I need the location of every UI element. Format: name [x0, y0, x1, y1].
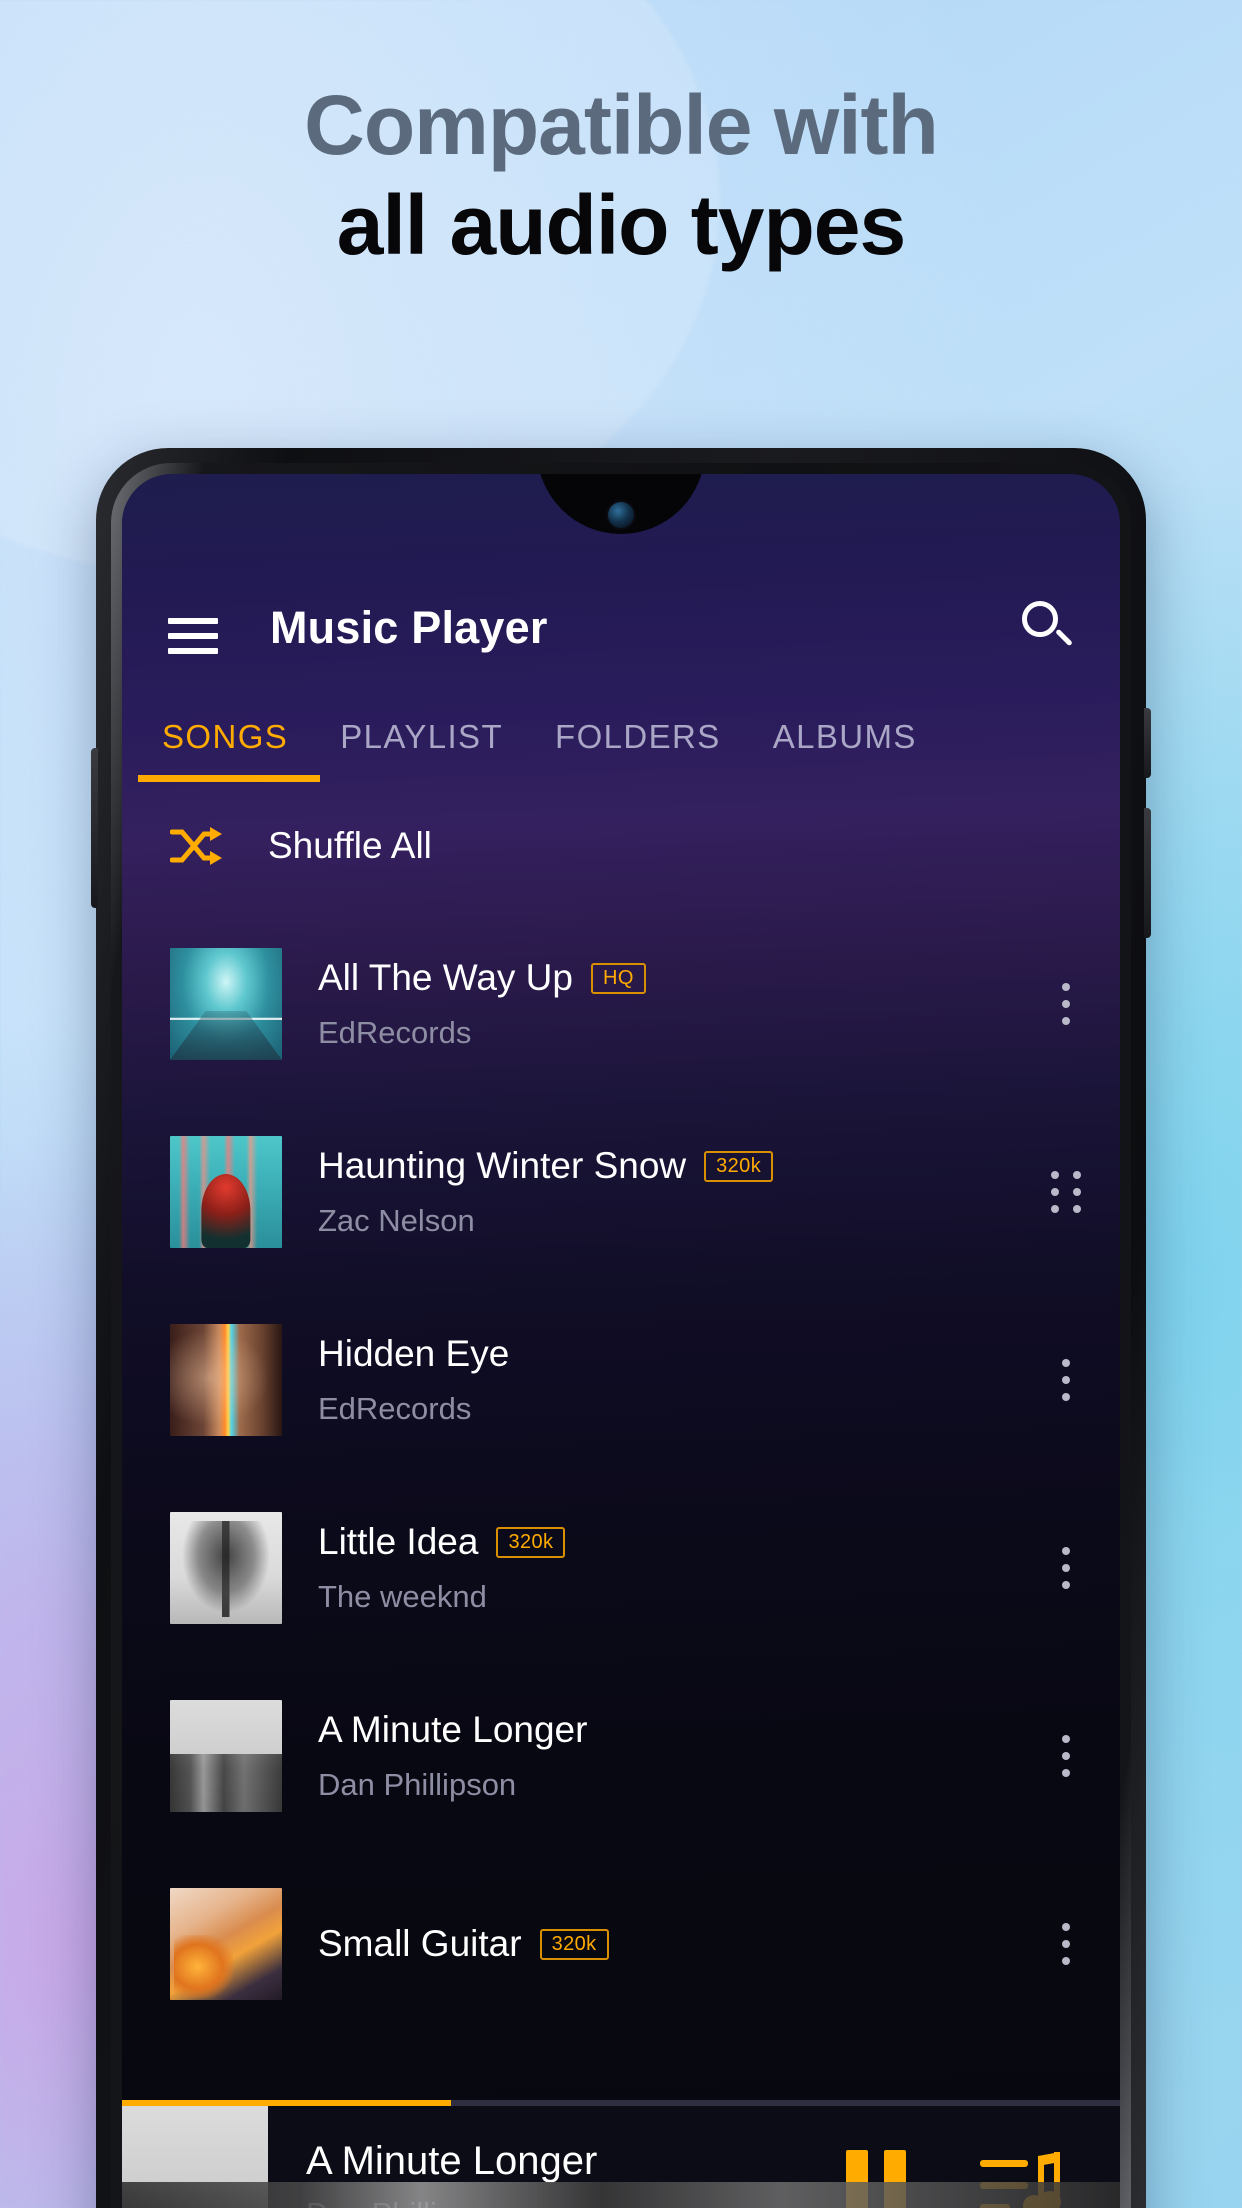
song-artist: Zac Nelson	[318, 1203, 475, 1238]
song-title: A Minute Longer	[318, 1709, 588, 1750]
overflow-menu-icon[interactable]	[1036, 1721, 1096, 1791]
hamburger-menu-icon[interactable]	[168, 618, 218, 654]
song-artist: The weeknd	[318, 1579, 487, 1614]
phone-power-button	[1144, 708, 1151, 778]
mini-player-album-art	[122, 2101, 268, 2208]
overflow-menu-icon[interactable]	[1036, 1909, 1096, 1979]
song-title: Haunting Winter Snow	[318, 1145, 687, 1186]
table-row[interactable]: Little Idea 320k The weeknd	[122, 1474, 1120, 1662]
phone-side-button	[1144, 808, 1151, 938]
song-title: Hidden Eye	[318, 1333, 510, 1374]
song-meta: Little Idea 320k The weeknd	[318, 1521, 1036, 1615]
now-playing-title: A Minute Longer	[306, 2139, 598, 2183]
song-title: Little Idea	[318, 1521, 479, 1562]
song-title: Small Guitar	[318, 1923, 522, 1964]
song-list[interactable]: All The Way Up HQ EdRecords Haunting Win…	[122, 910, 1120, 2208]
overflow-menu-icon[interactable]	[1036, 969, 1096, 1039]
song-title: All The Way Up	[318, 957, 573, 998]
table-row[interactable]: All The Way Up HQ EdRecords	[122, 910, 1120, 1098]
page-title: Music Player	[270, 602, 548, 653]
album-art	[170, 1324, 282, 1436]
tab-playlist[interactable]: PLAYLIST	[314, 718, 529, 782]
album-art	[170, 1700, 282, 1812]
quality-badge: 320k	[539, 1928, 609, 1960]
tab-songs[interactable]: SONGS	[136, 718, 314, 782]
mini-player[interactable]: A Minute Longer Dan Phillipson	[122, 2100, 1120, 2208]
song-meta: Haunting Winter Snow 320k Zac Nelson	[318, 1145, 1036, 1239]
song-meta: Small Guitar 320k	[318, 1923, 1036, 1965]
phone-screen: Music Player SONGS PLAYLIST FOLDERS ALBU…	[122, 474, 1120, 2208]
active-tab-indicator	[138, 775, 320, 782]
phone-mockup: Music Player SONGS PLAYLIST FOLDERS ALBU…	[91, 448, 1151, 2208]
promo-headline: Compatible with all audio types	[0, 78, 1242, 272]
album-art	[170, 1888, 282, 2000]
overflow-menu-icon[interactable]	[1036, 1533, 1096, 1603]
song-artist: EdRecords	[318, 1015, 472, 1050]
overflow-menu-icon[interactable]	[1036, 1345, 1096, 1415]
tab-bar: SONGS PLAYLIST FOLDERS ALBUMS	[122, 670, 1120, 782]
shuffle-icon	[170, 824, 226, 868]
album-art	[170, 1512, 282, 1624]
album-art	[170, 1136, 282, 1248]
table-row[interactable]: A Minute Longer Dan Phillipson	[122, 1662, 1120, 1850]
playback-progress-bar[interactable]	[122, 2100, 1120, 2106]
music-player-app: Music Player SONGS PLAYLIST FOLDERS ALBU…	[122, 474, 1120, 2208]
shuffle-all-row[interactable]: Shuffle All	[122, 782, 1120, 910]
phone-bezel: Music Player SONGS PLAYLIST FOLDERS ALBU…	[111, 463, 1131, 2208]
table-row[interactable]: Hidden Eye EdRecords	[122, 1286, 1120, 1474]
app-bar: Music Player	[122, 474, 1120, 670]
quality-badge: 320k	[704, 1150, 774, 1182]
tab-folders[interactable]: FOLDERS	[529, 718, 747, 782]
song-artist: EdRecords	[318, 1391, 472, 1426]
album-art	[170, 948, 282, 1060]
quality-badge: HQ	[590, 962, 646, 994]
table-row[interactable]: Haunting Winter Snow 320k Zac Nelson	[122, 1098, 1120, 1286]
song-artist: Dan Phillipson	[318, 1767, 517, 1802]
song-meta: A Minute Longer Dan Phillipson	[318, 1709, 1036, 1803]
search-icon[interactable]	[1018, 598, 1074, 654]
playback-progress-fill	[122, 2100, 452, 2106]
tab-albums[interactable]: ALBUMS	[747, 718, 943, 782]
song-meta: All The Way Up HQ EdRecords	[318, 957, 1036, 1051]
song-meta: Hidden Eye EdRecords	[318, 1333, 1036, 1427]
phone-volume-button	[91, 748, 98, 908]
headline-line-2: all audio types	[336, 178, 907, 273]
overflow-menu-icon[interactable]	[1036, 1157, 1096, 1227]
table-row[interactable]: Small Guitar 320k	[122, 1850, 1120, 2038]
quality-badge: 320k	[496, 1526, 566, 1558]
headline-line-1: Compatible with	[304, 78, 939, 172]
shuffle-all-label: Shuffle All	[268, 825, 432, 866]
